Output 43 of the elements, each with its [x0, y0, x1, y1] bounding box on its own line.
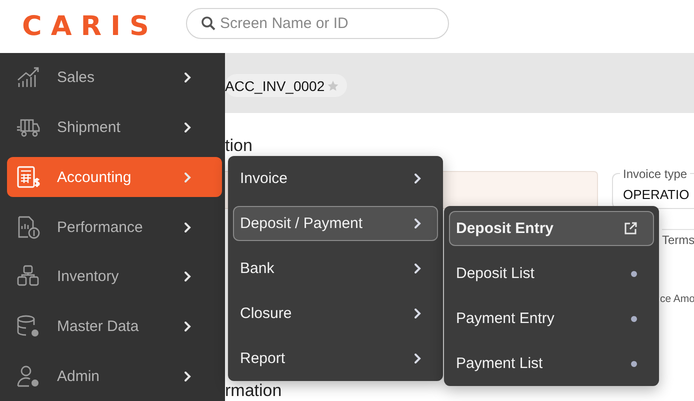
- logo: CARIS: [22, 13, 159, 40]
- chevron-right-icon: [414, 353, 421, 364]
- sidebar-item[interactable]: Sales: [7, 58, 222, 98]
- user-gear-icon: [16, 364, 41, 389]
- chevron-right-icon: [184, 72, 191, 84]
- chevron-right-icon: [414, 263, 421, 274]
- menu-item[interactable]: Bank: [233, 251, 438, 286]
- database-gear-icon: [16, 314, 41, 339]
- search-icon: [201, 16, 216, 31]
- search-field[interactable]: Screen Name or ID: [186, 8, 449, 39]
- menu-item[interactable]: Deposit / Payment: [233, 206, 438, 241]
- chevron-right-icon: [184, 320, 191, 332]
- calculator-icon: [16, 164, 41, 190]
- screen-tab[interactable]: ACC_INV_0002: [225, 74, 347, 97]
- chevron-right-icon: [414, 308, 421, 319]
- sidebar-item[interactable]: Inventory: [7, 256, 222, 297]
- menu-item[interactable]: Closure: [233, 296, 438, 331]
- menu-item[interactable]: Report: [233, 341, 438, 376]
- field-label: Terms: [662, 229, 694, 247]
- sidebar-item[interactable]: Admin: [7, 356, 222, 396]
- chevron-right-icon: [414, 218, 421, 229]
- menu-item[interactable]: Deposit List: [449, 256, 654, 291]
- dot-icon: [631, 316, 637, 322]
- sidebar-item[interactable]: Master Data: [7, 306, 222, 346]
- dot-icon: [631, 360, 637, 366]
- chevron-right-icon: [184, 222, 191, 233]
- external-link-icon: [624, 222, 637, 235]
- menu-item[interactable]: Payment List: [449, 346, 654, 381]
- menu-item[interactable]: Deposit Entry: [449, 211, 654, 246]
- chevron-right-icon: [184, 122, 191, 134]
- chevron-right-icon: [184, 370, 191, 382]
- star-icon: [326, 80, 339, 92]
- document-icon: [16, 214, 41, 240]
- dot-icon: [631, 270, 637, 276]
- menu-item[interactable]: Payment Entry: [449, 301, 654, 336]
- sidebar-item[interactable]: Performance: [7, 207, 222, 247]
- menu-item[interactable]: Invoice: [233, 161, 438, 196]
- chevron-right-icon: [184, 172, 191, 183]
- section-title: rmation: [225, 382, 283, 400]
- chevron-right-icon: [184, 271, 191, 282]
- sidebar-item[interactable]: Shipment: [7, 108, 222, 148]
- chevron-right-icon: [414, 173, 421, 184]
- section-title: tion: [225, 136, 254, 156]
